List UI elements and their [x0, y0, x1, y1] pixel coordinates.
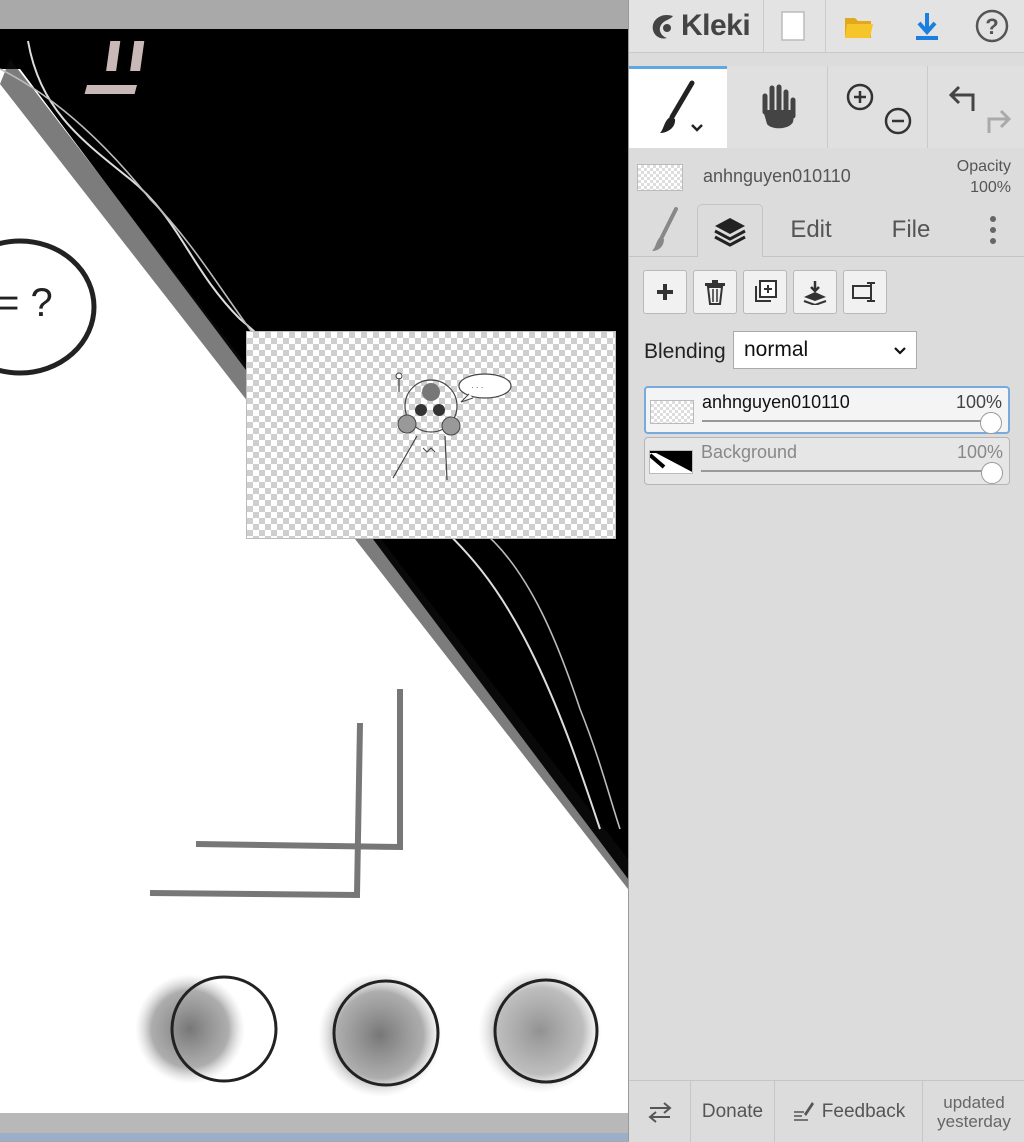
swap-icon	[647, 1101, 672, 1123]
kleki-logo-icon	[652, 14, 673, 39]
delete-layer-button[interactable]	[693, 270, 737, 314]
tab-layers[interactable]	[697, 204, 763, 257]
layer-name: anhnguyen010110	[702, 392, 850, 412]
trash-icon	[705, 280, 725, 305]
opacity-value: 100%	[970, 179, 1011, 196]
paint-brush-icon	[660, 80, 703, 133]
new-image-button[interactable]	[773, 6, 813, 46]
zoom-buttons[interactable]	[835, 66, 921, 148]
background-thumbnail	[650, 451, 692, 473]
side-panel: Kleki ? anhnguyen010110 Opacity 100% Edi…	[628, 0, 1024, 1142]
layer-opacity-handle[interactable]	[981, 462, 1003, 484]
duplicate-icon	[755, 280, 777, 302]
kleki-logo[interactable]: Kleki	[647, 8, 751, 44]
tab-file[interactable]: File	[869, 204, 953, 256]
layer-thumbnail	[650, 400, 694, 424]
download-icon	[916, 13, 938, 40]
active-layer-info: anhnguyen010110 Opacity 100%	[629, 150, 1024, 202]
hand-icon	[762, 84, 796, 129]
open-file-button[interactable]	[839, 6, 879, 46]
donate-button[interactable]: Donate	[691, 1081, 775, 1142]
new-document-icon	[781, 11, 805, 41]
swap-panel-button[interactable]	[629, 1081, 691, 1142]
duplicate-layer-button[interactable]	[743, 270, 787, 314]
undo-redo-icon	[948, 85, 1012, 133]
layer-thumbnail	[649, 450, 693, 474]
tool-row	[629, 66, 1024, 148]
blending-label: Blending	[644, 340, 726, 363]
layer-row[interactable]: anhnguyen010110 100%	[644, 386, 1010, 434]
transform-selection[interactable]: · · ·	[246, 331, 616, 539]
tab-edit[interactable]: Edit	[769, 204, 853, 256]
speech-bubble-text: = ?	[0, 281, 53, 325]
brush-tool-button[interactable]	[629, 66, 727, 148]
layer-actions	[643, 270, 887, 316]
active-layer-opacity: Opacity 100%	[957, 156, 1011, 198]
svg-text:· · ·: · · ·	[471, 383, 483, 392]
hand-tool-button[interactable]	[729, 66, 825, 148]
updated-line-2: yesterday	[937, 1111, 1011, 1131]
layer-opacity-handle[interactable]	[980, 412, 1002, 434]
more-vertical-icon	[990, 216, 996, 244]
undo-redo-buttons[interactable]	[933, 66, 1021, 148]
layers-icon	[714, 218, 746, 247]
layer-opacity-slider[interactable]	[701, 470, 1001, 472]
character-sketch: · · ·	[392, 372, 512, 481]
layer-opacity: 100%	[955, 392, 1002, 412]
feedback-label: Feedback	[821, 1100, 906, 1122]
active-layer-thumbnail	[637, 164, 683, 191]
merge-down-icon	[803, 281, 827, 305]
add-layer-button[interactable]	[643, 270, 687, 314]
layer-opacity-fill	[701, 470, 1001, 472]
changelog-link[interactable]: updated yesterday	[923, 1081, 1024, 1142]
save-button[interactable]	[907, 6, 947, 46]
bottom-bar	[0, 1113, 628, 1141]
brush-icon	[652, 207, 678, 251]
rename-layer-button[interactable]	[843, 270, 887, 314]
top-bar: Kleki ?	[629, 0, 1024, 53]
tab-brush[interactable]	[635, 204, 695, 256]
more-menu-button[interactable]	[973, 204, 1013, 256]
layer-name: Background	[701, 442, 798, 462]
blending-value: normal	[744, 338, 809, 361]
layer-opacity: 100%	[956, 442, 1003, 462]
help-button[interactable]: ?	[972, 6, 1012, 46]
canvas-artwork	[0, 29, 628, 1113]
help-icon: ?	[975, 9, 1009, 43]
layer-opacity-fill	[702, 420, 1000, 422]
blending-select[interactable]: normal	[733, 331, 917, 369]
folder-open-icon	[845, 18, 873, 38]
panel-footer: Donate Feedback updated yesterday	[629, 1080, 1024, 1142]
feedback-button[interactable]: Feedback	[775, 1081, 923, 1142]
opacity-label: Opacity	[956, 158, 1011, 175]
drawing-canvas[interactable]: = ? · · ·	[0, 29, 628, 1113]
layer-opacity-slider[interactable]	[702, 420, 1000, 422]
layer-row[interactable]: Background 100%	[644, 437, 1010, 485]
svg-text:?: ?	[985, 14, 998, 39]
feedback-pen-icon	[793, 1101, 814, 1121]
canvas-area[interactable]: = ? · · ·	[0, 0, 628, 1141]
zoom-in-out-icon	[846, 83, 912, 135]
active-layer-name: anhnguyen010110	[703, 166, 851, 186]
chevron-down-icon	[894, 347, 906, 355]
plus-icon	[657, 284, 673, 300]
rename-icon	[852, 282, 875, 302]
panel-tabs: Edit File	[629, 204, 1024, 257]
updated-line-1: updated	[943, 1092, 1005, 1112]
merge-down-button[interactable]	[793, 270, 837, 314]
app-name: Kleki	[681, 9, 751, 42]
